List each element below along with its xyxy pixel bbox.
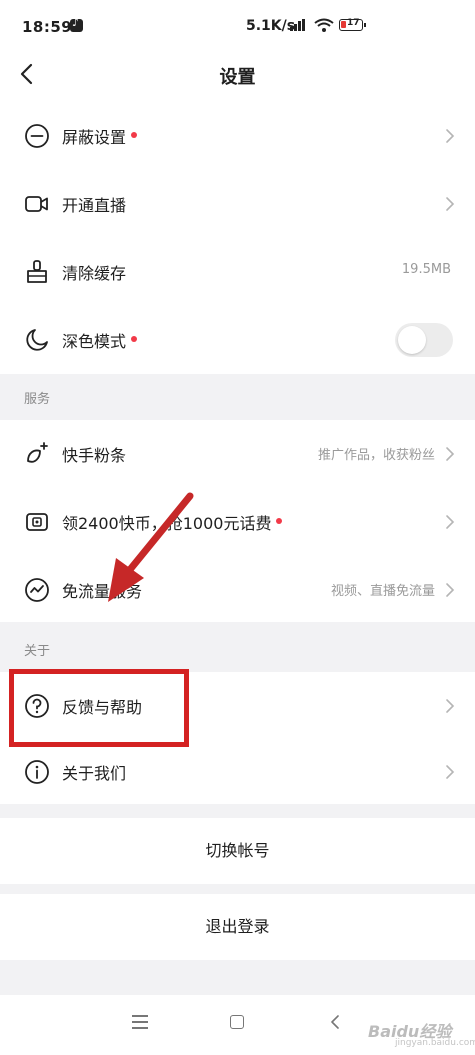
battery-icon: 17 — [339, 18, 366, 31]
moon-icon — [24, 327, 50, 353]
battery-level: 17 — [347, 18, 360, 28]
settings-item-label: 清除缓存 — [62, 264, 127, 283]
chevron-right-icon — [446, 129, 455, 143]
services-card: 快手粉条 推广作品，收获粉丝 领2400快币，抢1000元话费 免流量服务 视频… — [0, 420, 475, 622]
sparkle-leaf-icon — [24, 441, 50, 467]
section-header-services: 服务 — [0, 372, 475, 422]
video-camera-icon — [24, 191, 50, 217]
chevron-right-icon — [446, 583, 455, 597]
chevron-right-icon — [446, 447, 455, 461]
settings-item-dark-mode: 深色模式 — [0, 306, 475, 374]
switch-account-button[interactable]: 切换帐号 — [0, 818, 475, 884]
header: 设置 — [0, 50, 475, 102]
tiktok-notification-icon — [70, 16, 83, 32]
wallet-icon — [24, 509, 50, 535]
minus-circle-icon — [24, 123, 50, 149]
settings-item-hint: 推广作品，收获粉丝 — [317, 448, 435, 463]
status-bar: 18:59 5.1K/s 17 — [0, 0, 475, 50]
status-time: 18:59 — [22, 18, 73, 36]
settings-item-hint: 视频、直播免流量 — [330, 584, 435, 599]
chevron-right-icon — [446, 699, 455, 713]
general-settings-card: 屏蔽设置 开通直播 清除缓存 19.5MB 深色模式 — [0, 102, 475, 374]
wifi-icon — [314, 18, 334, 36]
settings-item-about-us[interactable]: 关于我们 — [0, 738, 475, 806]
settings-item-fans[interactable]: 快手粉条 推广作品，收获粉丝 — [0, 420, 475, 488]
notification-dot — [131, 131, 138, 138]
notification-dot — [131, 335, 138, 342]
settings-item-label: 免流量服务 — [62, 582, 143, 601]
settings-item-label: 领2400快币，抢1000元话费 — [62, 514, 272, 533]
settings-item-label: 开通直播 — [62, 196, 127, 215]
settings-item-label: 屏蔽设置 — [62, 128, 127, 147]
section-title: 关于 — [24, 644, 51, 659]
settings-item-live[interactable]: 开通直播 — [0, 170, 475, 238]
chevron-right-icon — [446, 765, 455, 779]
toggle-knob — [398, 326, 426, 354]
chevron-right-icon — [446, 515, 455, 529]
settings-item-clear-cache[interactable]: 清除缓存 19.5MB — [0, 238, 475, 306]
info-circle-icon — [24, 759, 50, 785]
back-triangle-icon[interactable] — [330, 1014, 340, 1030]
settings-item-block[interactable]: 屏蔽设置 — [0, 102, 475, 170]
cache-size: 19.5MB — [401, 262, 451, 277]
highlight-box — [9, 669, 189, 747]
notification-dot — [276, 517, 283, 524]
wave-circle-icon — [24, 577, 50, 603]
chevron-right-icon — [446, 197, 455, 211]
settings-item-label: 深色模式 — [62, 332, 127, 351]
logout-button[interactable]: 退出登录 — [0, 894, 475, 960]
section-title: 服务 — [24, 392, 51, 407]
settings-item-label: 关于我们 — [62, 764, 127, 783]
page-title: 设置 — [219, 67, 256, 88]
signal-icon — [290, 19, 306, 31]
network-speed: 5.1K/s — [246, 18, 296, 34]
square-home-icon[interactable] — [230, 1015, 244, 1029]
menu-icon[interactable] — [132, 1015, 148, 1029]
settings-item-coins[interactable]: 领2400快币，抢1000元话费 — [0, 488, 475, 556]
section-header-about: 关于 — [0, 624, 475, 674]
settings-item-label: 快手粉条 — [62, 446, 127, 465]
watermark-url: jingyan.baidu.com — [395, 1038, 475, 1048]
battery-fill — [341, 21, 346, 28]
dark-mode-toggle[interactable] — [395, 323, 453, 357]
settings-item-free-data[interactable]: 免流量服务 视频、直播免流量 — [0, 556, 475, 624]
broom-icon — [24, 259, 50, 285]
